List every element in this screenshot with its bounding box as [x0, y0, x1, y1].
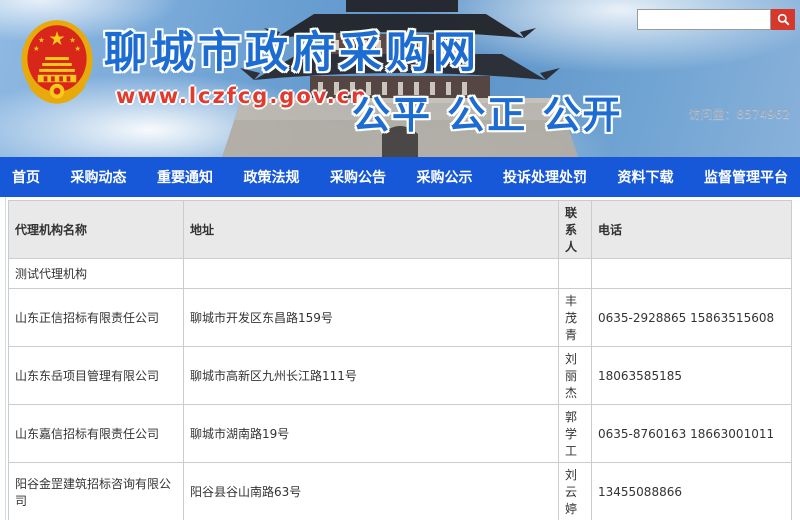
agency-table-body: 测试代理机构山东正信招标有限责任公司聊城市开发区东昌路159号丰茂青0635-2… — [9, 259, 792, 520]
svg-text:★: ★ — [69, 35, 76, 44]
table-row: 阳谷金罡建筑招标咨询有限公司阳谷县谷山南路63号刘云婷13455088866 — [9, 463, 792, 520]
nav-item[interactable]: 监督管理平台 — [704, 167, 788, 187]
cell-contact: 刘丽杰 — [559, 347, 592, 405]
site-title: 聊城市政府采购网 — [104, 18, 480, 80]
nav-item[interactable]: 采购动态 — [71, 167, 127, 187]
visit-counter: 访问量：8574962 — [689, 105, 790, 122]
cell-address: 聊城市开发区东昌路159号 — [184, 289, 559, 347]
nav-item[interactable]: 采购公告 — [330, 167, 386, 187]
cell-name: 山东正信招标有限责任公司 — [9, 289, 184, 347]
column-header: 代理机构名称 — [9, 201, 184, 259]
cell-phone — [592, 259, 792, 289]
svg-text:★: ★ — [38, 35, 45, 44]
svg-text:★: ★ — [74, 44, 81, 53]
cell-name: 测试代理机构 — [9, 259, 184, 289]
nav-item[interactable]: 重要通知 — [157, 167, 213, 187]
column-header: 电话 — [592, 201, 792, 259]
nav-item[interactable]: 资料下载 — [618, 167, 674, 187]
nav-item[interactable]: 首页 — [12, 167, 40, 187]
search-input[interactable] — [637, 9, 771, 30]
cell-name: 山东嘉信招标有限责任公司 — [9, 405, 184, 463]
page-left-border — [5, 197, 6, 520]
cell-address: 阳谷县谷山南路63号 — [184, 463, 559, 520]
visit-counter-value: 8574962 — [737, 107, 790, 121]
cell-name: 阳谷金罡建筑招标咨询有限公司 — [9, 463, 184, 520]
cell-address: 聊城市湖南路19号 — [184, 405, 559, 463]
svg-text:★: ★ — [33, 44, 40, 53]
table-row: 山东嘉信招标有限责任公司聊城市湖南路19号郭学工0635-8760163 186… — [9, 405, 792, 463]
cell-phone: 0635-2928865 15863515608 — [592, 289, 792, 347]
cell-phone: 18063585185 — [592, 347, 792, 405]
svg-text:★: ★ — [48, 27, 65, 50]
search-button[interactable] — [771, 9, 795, 30]
cell-address — [184, 259, 559, 289]
table-header-row: 代理机构名称地址联系人电话 — [9, 201, 792, 259]
cell-contact: 刘云婷 — [559, 463, 592, 520]
column-header: 联系人 — [559, 201, 592, 259]
main-content: 代理机构名称地址联系人电话 测试代理机构山东正信招标有限责任公司聊城市开发区东昌… — [0, 197, 800, 520]
search-icon — [777, 13, 790, 26]
table-row: 测试代理机构 — [9, 259, 792, 289]
table-row: 山东正信招标有限责任公司聊城市开发区东昌路159号丰茂青0635-2928865… — [9, 289, 792, 347]
site-slogan: 公平 公正 公开 — [352, 84, 622, 139]
main-nav: 首页 采购动态 重要通知 政策法规 采购公告 采购公示 投诉处理处罚 资料下载 监督管理平台 — [0, 157, 800, 197]
cell-address: 聊城市高新区九州长江路111号 — [184, 347, 559, 405]
cell-name: 山东东岳项目管理有限公司 — [9, 347, 184, 405]
cell-phone: 0635-8760163 18663001011 — [592, 405, 792, 463]
cell-contact — [559, 259, 592, 289]
cell-contact: 丰茂青 — [559, 289, 592, 347]
nav-item[interactable]: 投诉处理处罚 — [503, 167, 587, 187]
china-national-emblem-icon: ★ ★ ★ ★ ★ — [20, 18, 94, 108]
visit-counter-label: 访问量： — [689, 107, 737, 121]
site-banner: ★ ★ ★ ★ ★ 聊城市政府采购网 www.lczfcg.gov.cn 公平 … — [0, 0, 800, 157]
column-header: 地址 — [184, 201, 559, 259]
agency-table: 代理机构名称地址联系人电话 测试代理机构山东正信招标有限责任公司聊城市开发区东昌… — [8, 200, 792, 520]
search-bar — [637, 9, 795, 30]
nav-item[interactable]: 政策法规 — [244, 167, 300, 187]
nav-item[interactable]: 采购公示 — [417, 167, 473, 187]
table-row: 山东东岳项目管理有限公司聊城市高新区九州长江路111号刘丽杰1806358518… — [9, 347, 792, 405]
cell-contact: 郭学工 — [559, 405, 592, 463]
cell-phone: 13455088866 — [592, 463, 792, 520]
site-url: www.lczfcg.gov.cn — [116, 84, 368, 108]
